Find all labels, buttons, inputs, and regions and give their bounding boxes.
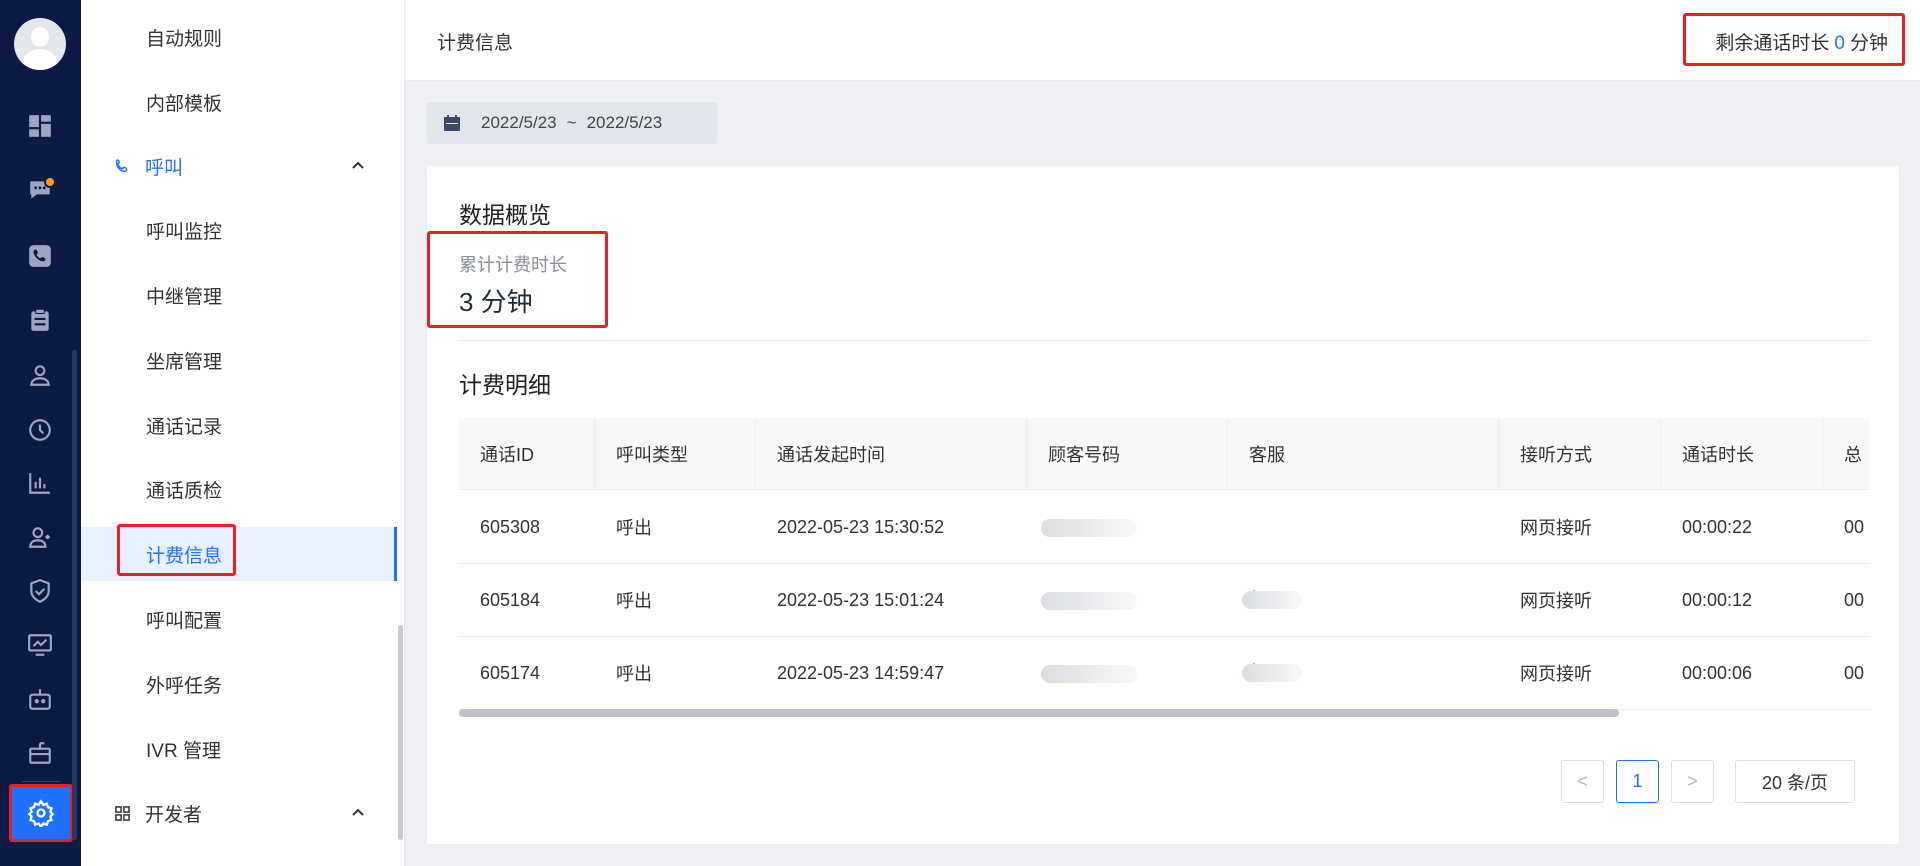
billing-table: 通话ID 呼叫类型 通话发起时间 顾客号码 客服 接听方式 通话时长 总 605… [459, 418, 1869, 718]
menu-group-label: 开发者 [145, 804, 203, 826]
metric-label: 累计计费时长 [459, 255, 567, 275]
cell-answer-mode: 网页接听 [1520, 518, 1592, 538]
column-header[interactable]: 顾客号码 [1027, 418, 1228, 490]
chevron-up-icon [352, 808, 364, 816]
grid-icon [113, 804, 131, 822]
menu-item-ivr[interactable]: IVR 管理 [81, 722, 395, 776]
cell-duration: 00:00:22 [1682, 516, 1753, 537]
metric-value: 3 分钟 [459, 287, 533, 317]
column-header[interactable]: 通话ID [459, 418, 595, 490]
chat-icon[interactable] [20, 170, 60, 210]
cell-total: 00 [1844, 589, 1865, 610]
cell-customer-phone: 1 [1027, 564, 1228, 636]
mailbox-icon[interactable] [20, 733, 60, 773]
table-header: 通话ID 呼叫类型 通话发起时间 顾客号码 客服 接听方式 通话时长 总 [459, 418, 1869, 490]
notification-badge [44, 176, 56, 188]
column-header[interactable]: 通话时长 [1661, 418, 1823, 490]
column-header[interactable]: 呼叫类型 [595, 418, 756, 490]
column-header[interactable]: 通话发起时间 [756, 418, 1027, 490]
rail-scrollbar[interactable] [72, 350, 77, 840]
redaction-blur [1041, 592, 1137, 610]
phone-icon[interactable] [20, 236, 60, 276]
date-end: 2022/5/23 [586, 113, 663, 132]
cell-call-time: 2022-05-23 15:01:24 [777, 589, 945, 610]
page-title: 计费信息 [437, 33, 514, 54]
gear-icon[interactable] [12, 787, 70, 839]
date-range-picker[interactable]: 2022/5/23 ~ 2022/5/23 [427, 102, 717, 144]
rail-divider [22, 781, 60, 782]
menu-item-auto-rules[interactable]: 自动规则 [81, 10, 395, 64]
cell-answer-mode: 网页接听 [1520, 664, 1592, 684]
table-row[interactable]: 605184 呼出 2022-05-23 15:01:24 1 赵 网页接听 0… [459, 564, 1869, 683]
icon-rail [0, 0, 81, 866]
table-row[interactable]: 605308 呼出 2022-05-23 15:30:52 13 赵 网页接听 … [459, 491, 1869, 610]
cell-call-type: 呼出 [616, 518, 652, 538]
chevron-up-icon [352, 161, 364, 169]
cell-call-type: 呼出 [616, 664, 652, 684]
monitor-chart-icon[interactable] [20, 625, 60, 665]
robot-icon[interactable] [20, 679, 60, 719]
detail-title: 计费明细 [459, 372, 551, 398]
page-size-select[interactable]: 20 条/页 [1735, 760, 1855, 803]
phone-icon [113, 157, 131, 175]
column-header[interactable]: 总 [1823, 418, 1869, 490]
column-header[interactable]: 接听方式 [1499, 418, 1661, 490]
menu-item-internal-templates[interactable]: 内部模板 [81, 75, 395, 129]
bar-chart-icon[interactable] [20, 463, 60, 503]
divider [459, 340, 1869, 341]
menu-scrollbar[interactable] [398, 625, 403, 840]
cell-call-id: 605174 [480, 662, 541, 683]
cell-duration: 00:00:12 [1682, 589, 1753, 610]
redaction-blur [1041, 519, 1137, 537]
remaining-minutes: 剩余通话时长 0 分钟 [1715, 33, 1888, 54]
table-row[interactable]: 605174 呼出 2022-05-23 14:59:47 1 网页接听 00:… [459, 637, 1869, 710]
cell-customer-phone: 1 [1027, 637, 1228, 709]
cell-call-type: 呼出 [616, 591, 652, 611]
top-bar: 计费信息 剩余通话时长 0 分钟 [405, 0, 1920, 81]
menu-item-outbound-tasks[interactable]: 外呼任务 [81, 657, 395, 711]
cell-total: 00 [1844, 662, 1865, 683]
next-page-button[interactable]: > [1671, 760, 1714, 803]
date-separator: ~ [566, 113, 577, 132]
cell-total: 00 [1844, 516, 1865, 537]
dashboard-icon[interactable] [20, 106, 60, 146]
menu-item-billing[interactable]: 计费信息 [81, 527, 397, 581]
user-icon[interactable] [20, 355, 60, 395]
cell-call-id: 605308 [480, 516, 541, 537]
cell-customer-phone: 13 [1027, 491, 1228, 563]
shield-icon[interactable] [20, 571, 60, 611]
menu-group-developer[interactable]: 开发者 [81, 786, 395, 840]
content-card: 数据概览 累计计费时长 3 分钟 计费明细 通话ID 呼叫类型 通话发起时间 顾… [427, 166, 1899, 844]
menu-group-label: 呼叫 [145, 157, 184, 179]
table-horizontal-scrollbar[interactable] [459, 709, 1619, 717]
clipboard-icon[interactable] [20, 300, 60, 340]
calendar-icon [444, 115, 460, 131]
avatar[interactable] [14, 18, 66, 70]
menu-item-call-records[interactable]: 通话记录 [81, 398, 395, 452]
cell-call-id: 605184 [480, 589, 541, 610]
cell-answer-mode: 网页接听 [1520, 591, 1592, 611]
cell-call-time: 2022-05-23 14:59:47 [777, 662, 945, 683]
menu-item-quality[interactable]: 通话质检 [81, 462, 395, 516]
column-header[interactable]: 客服 [1228, 418, 1499, 490]
menu-item-trunk[interactable]: 中继管理 [81, 268, 395, 322]
menu-item-call-config[interactable]: 呼叫配置 [81, 592, 395, 646]
menu-item-seats[interactable]: 坐席管理 [81, 333, 395, 387]
team-icon[interactable] [20, 517, 60, 557]
secondary-menu: 自动规则 内部模板 呼叫 呼叫监控 中继管理 坐席管理 通话记录 通话质检 计费… [81, 0, 405, 866]
cell-call-time: 2022-05-23 15:30:52 [777, 516, 945, 537]
date-start: 2022/5/23 [481, 113, 557, 132]
remaining-minutes-value: 0 [1834, 33, 1845, 54]
menu-item-call-monitor[interactable]: 呼叫监控 [81, 203, 395, 257]
cell-duration: 00:00:06 [1682, 662, 1753, 683]
history-icon[interactable] [20, 410, 60, 450]
overview-title: 数据概览 [459, 202, 551, 228]
prev-page-button[interactable]: < [1561, 760, 1604, 803]
page-1-button[interactable]: 1 [1616, 760, 1659, 803]
menu-group-call[interactable]: 呼叫 [81, 139, 395, 193]
redaction-blur [1041, 665, 1137, 683]
